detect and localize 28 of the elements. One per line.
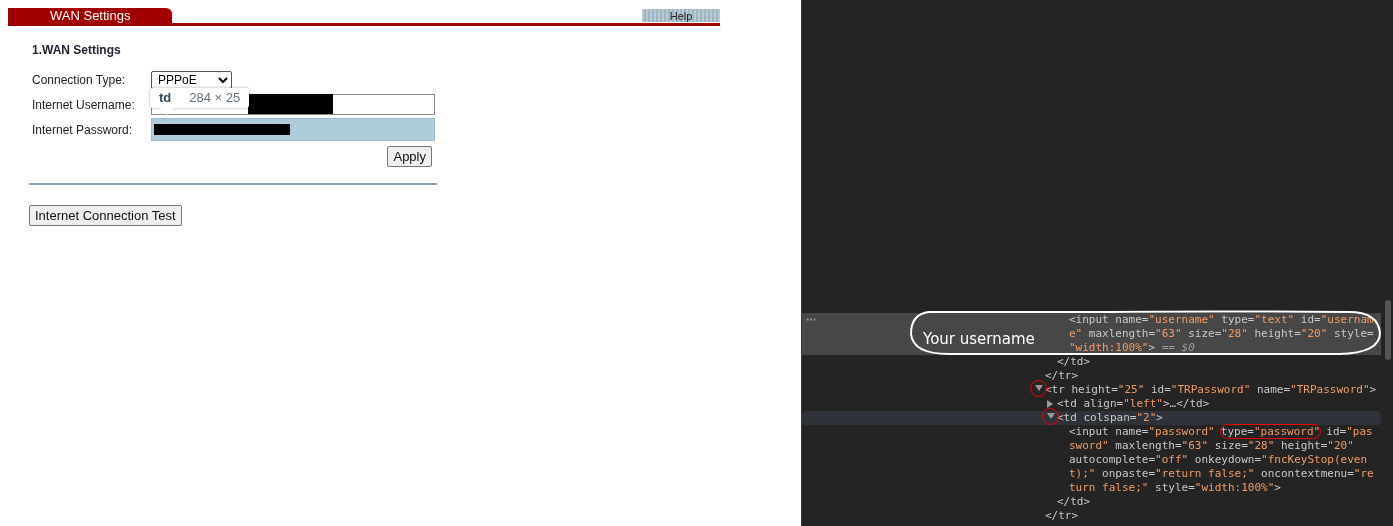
code-line: <input name="username" type="text" id="usernam bbox=[1069, 313, 1374, 327]
code-line: e" maxlength="63" size="28" height="20" style= bbox=[1069, 327, 1374, 341]
code-line: </td> bbox=[1057, 355, 1091, 369]
field-label: Connection Type: bbox=[32, 72, 127, 87]
code-line: autocomplete="off" onkeydown="fncKeyStop(even bbox=[1069, 453, 1368, 467]
section-title: 1.WAN Settings bbox=[32, 43, 122, 57]
expanded-triangle-icon[interactable] bbox=[1034, 385, 1043, 391]
code-line: turn false;" style="width:100%"> bbox=[1069, 481, 1281, 495]
field-label: Internet Username: bbox=[32, 97, 136, 112]
field-label: Internet Password: bbox=[32, 122, 134, 137]
code-line: "width:100%"> == $0 bbox=[1069, 341, 1195, 355]
element-size: 284 × 25 bbox=[189, 90, 241, 106]
apply-button[interactable]: Apply bbox=[387, 146, 432, 167]
wan-settings-tab[interactable]: WAN Settings bbox=[8, 8, 172, 23]
connection-test-button[interactable]: Internet Connection Test bbox=[29, 205, 182, 226]
code-line: <input name="password" type="password" id="pas bbox=[1069, 425, 1373, 439]
expanded-triangle-icon[interactable] bbox=[1046, 413, 1055, 419]
element-tag: td bbox=[159, 90, 172, 106]
code-line: </tr> bbox=[1045, 369, 1079, 383]
code-line: t);" onpaste="return false;" oncontextmenu="re bbox=[1069, 467, 1374, 481]
connection-type-select[interactable]: PPPoE bbox=[151, 70, 232, 89]
annotation-label: Your username bbox=[923, 330, 1035, 348]
code-line: </td> bbox=[1057, 495, 1091, 509]
help-button[interactable]: Help bbox=[642, 9, 720, 22]
more-icon[interactable] bbox=[806, 318, 816, 321]
code-line: </tr> bbox=[1045, 509, 1079, 523]
code-line: sword" maxlength="63" size="28" height="20" bbox=[1069, 439, 1354, 453]
code-line: <td align="left">…</td> bbox=[1057, 397, 1210, 411]
